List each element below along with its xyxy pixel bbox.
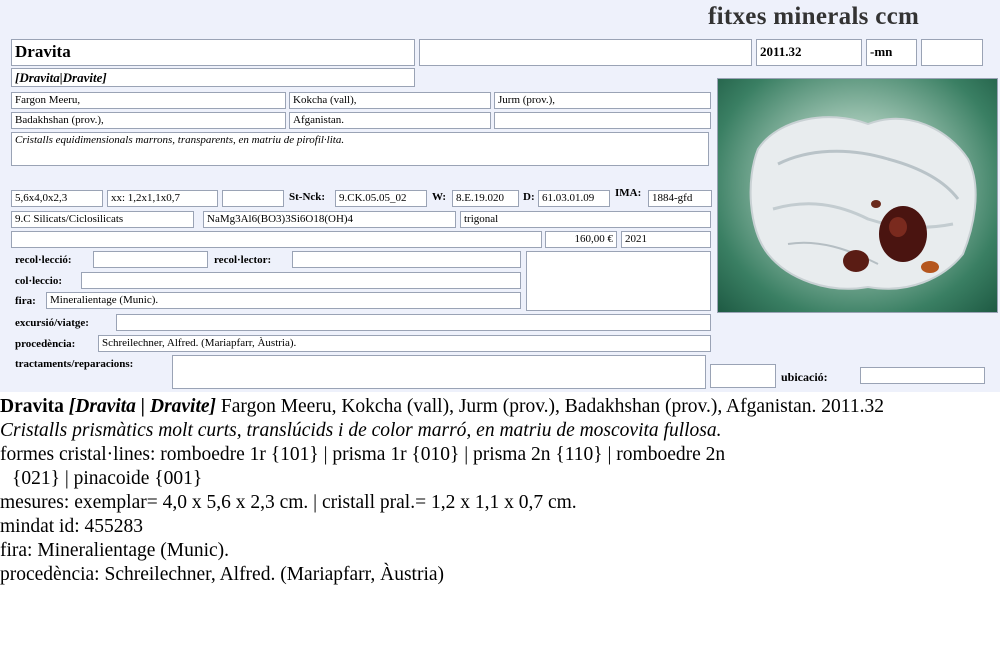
year-field[interactable]: 2021 (621, 231, 711, 248)
mineral-card: fitxes minerals ccm Dravita 2011.32 -mn … (0, 0, 1000, 392)
location-label: ubicació: (781, 370, 828, 384)
suffix-field[interactable]: -mn (866, 39, 917, 66)
notes-box-right[interactable] (526, 251, 711, 311)
code-field[interactable]: 2011.32 (756, 39, 862, 66)
description-block: Dravita [Dravita | Dravite] Fargon Meeru… (0, 395, 1000, 587)
blank-measure-field[interactable] (222, 190, 284, 207)
d-field[interactable]: 61.03.01.09 (538, 190, 610, 207)
desc-forms-1: formes cristal·lines: romboedre 1r {101}… (0, 444, 726, 465)
recollection-field[interactable] (93, 251, 208, 268)
st-nck-field[interactable]: 9.CK.05.05_02 (335, 190, 427, 207)
treatments-label: tractaments/reparacions: (15, 358, 134, 370)
trip-label: excursió/viatge: (15, 317, 89, 329)
desc-origin: procedència: Schreilechner, Alfred. (Mar… (0, 564, 445, 585)
locality-field-3[interactable]: Jurm (prov.), (494, 92, 711, 109)
ima-label: IMA: (615, 187, 642, 199)
desc-forms-2: {021} | pinacoide {001} (12, 468, 203, 489)
region-field-3[interactable] (494, 112, 711, 129)
fair-field[interactable]: Mineralientage (Munic). (46, 292, 521, 309)
w-field[interactable]: 8.E.19.020 (452, 190, 519, 207)
blank-field-top[interactable] (419, 39, 752, 66)
fair-label: fira: (15, 295, 36, 307)
desc-mindat: mindat id: 455283 (0, 516, 143, 537)
crystal-size-field[interactable]: xx: 1,2x1,1x0,7 (107, 190, 218, 207)
short-description-field[interactable]: Cristalls equidimensionals marrons, tran… (11, 132, 709, 166)
region-field-1[interactable]: Badakhshan (prov.), (11, 112, 286, 129)
formula-field[interactable]: NaMg3Al6(BO3)3Si6O18(OH)4 (203, 211, 456, 228)
location-extra-field[interactable] (710, 364, 776, 388)
location-field[interactable] (860, 367, 985, 384)
st-nck-label: St-Nck: (289, 191, 326, 203)
desc-fair: fira: Mineralientage (Munic). (0, 540, 230, 561)
notes-field[interactable] (11, 231, 542, 248)
treatments-field[interactable] (172, 355, 706, 389)
collector-field[interactable] (292, 251, 521, 268)
desc-crystals: Cristalls prismàtics molt curts, translú… (0, 420, 722, 441)
extra-field[interactable] (921, 39, 983, 66)
d-label: D: (523, 191, 535, 203)
mineral-specimen-image (749, 116, 977, 290)
system-field[interactable]: trigonal (460, 211, 711, 228)
origin-field[interactable]: Schreilechner, Alfred. (Mariapfarr, Àust… (98, 335, 711, 352)
size-field[interactable]: 5,6x4,0x2,3 (11, 190, 103, 207)
locality-field-2[interactable]: Kokcha (vall), (289, 92, 491, 109)
synonyms-field[interactable]: [Dravita|Dravite] (11, 68, 415, 87)
desc-measures: mesures: exemplar= 4,0 x 5,6 x 2,3 cm. |… (0, 492, 577, 513)
mineral-photo (717, 78, 998, 313)
region-field-2[interactable]: Afganistan. (289, 112, 491, 129)
desc-name: Dravita (0, 396, 64, 417)
card-title: fitxes minerals ccm (708, 3, 920, 30)
w-label: W: (432, 191, 447, 203)
collection-label: col·leccio: (15, 275, 63, 287)
recollection-label: recol·lecció: (15, 254, 72, 266)
desc-synonyms: [Dravita | Dravite] (68, 396, 217, 417)
name-field[interactable]: Dravita (11, 39, 415, 66)
desc-locality: Fargon Meeru, Kokcha (vall), Jurm (prov.… (220, 396, 884, 417)
ima-field[interactable]: 1884-gfd (648, 190, 712, 207)
collector-label: recol·lector: (214, 254, 272, 266)
class-field[interactable]: 9.C Silicats/Ciclosilicats (11, 211, 194, 228)
price-field[interactable]: 160,00 € (545, 231, 617, 248)
trip-field[interactable] (116, 314, 711, 331)
origin-label: procedència: (15, 338, 76, 350)
locality-field-1[interactable]: Fargon Meeru, (11, 92, 286, 109)
collection-field[interactable] (81, 272, 521, 289)
